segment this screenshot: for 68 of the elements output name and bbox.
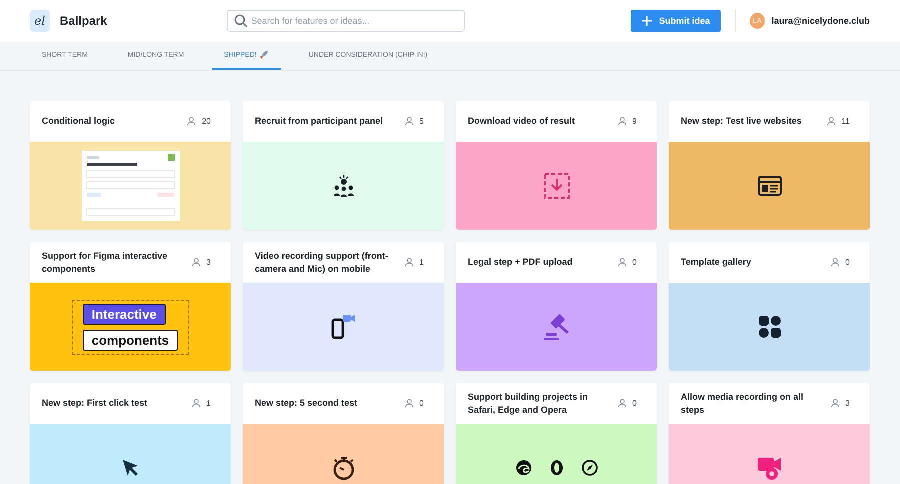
cursor-icon [120,458,140,478]
person-icon [192,399,201,408]
idea-card[interactable]: Template gallery 0 [669,242,870,371]
compass-icon [582,460,598,476]
phone-camera-icon [330,314,356,340]
components-label: components [82,330,178,350]
vote-count: 20 [202,117,211,126]
stopwatch-icon [332,455,356,481]
vote-count: 9 [632,117,637,126]
idea-card[interactable]: New step: Test live websites 11 [669,101,870,230]
person-icon [830,258,840,267]
person-icon [404,258,414,267]
person-icon [618,399,627,408]
interactive-label: Interactive [82,304,166,324]
idea-card[interactable]: Recruit from participant panel 5 [243,101,444,230]
vote-count: 0 [420,399,424,408]
vote-count: 5 [420,117,424,126]
idea-title: Template gallery [681,256,752,269]
idea-card[interactable]: Support for Figma interactive components 3 Interactive components [30,242,231,371]
idea-title: New step: First click test [42,397,148,410]
plus-icon [642,16,652,26]
grid-icon [758,316,780,338]
idea-card[interactable]: Support building projects in Safari, Edge and Opera 0 [456,383,657,484]
opera-icon [550,460,564,476]
person-icon [618,258,627,267]
vote-count: 0 [632,399,637,408]
person-icon [192,258,201,267]
vote-count: 3 [846,399,850,408]
vote-count: 1 [420,258,424,267]
people-icon [332,174,356,198]
idea-card[interactable]: Allow media recording on all steps 3 [669,383,870,484]
idea-title: New step: 5 second test [255,397,358,410]
idea-card[interactable]: Download video of result 9 [456,101,657,230]
idea-card[interactable]: Legal step + PDF upload 0 [456,242,657,371]
rocket-icon [258,50,269,60]
person-icon [404,117,414,126]
download-icon [544,173,570,199]
idea-title: Support building projects in Safari, Edge and Opera [468,390,589,416]
person-icon [826,117,836,126]
user-email[interactable]: laura@nicelydone.club [772,16,870,26]
vote-count: 0 [846,258,850,267]
idea-card[interactable]: New step: 5 second test 0 [243,383,444,484]
app-logo[interactable]: el [30,10,50,32]
idea-title: New step: Test live websites [681,115,802,128]
browser-window-icon [758,176,782,196]
video-camera-icon [756,455,782,481]
idea-title: Download video of result [468,115,576,128]
idea-title: Conditional logic [42,115,115,128]
idea-card[interactable]: New step: First click test 1 [30,383,231,484]
search-field[interactable]: Search for features or ideas... [227,10,466,32]
person-icon [830,399,840,408]
vote-count: 1 [206,399,211,408]
idea-title: Video recording support (front-camera and Mic) on mobile [255,250,390,276]
person-icon [187,117,196,126]
idea-card[interactable]: Conditional logic 20 [30,101,231,230]
person-icon [404,399,414,408]
idea-title: Recruit from participant panel [255,115,384,128]
vote-count: 11 [842,117,850,126]
vote-count: 0 [632,258,637,267]
gavel-icon [542,312,572,342]
idea-title: Support for Figma interactive components [42,250,169,276]
app-title: Ballpark [60,14,108,28]
idea-title: Allow media recording on all steps [681,390,805,416]
person-icon [618,117,627,126]
vote-count: 3 [206,258,211,267]
edge-icon [516,460,532,476]
idea-title: Legal step + PDF upload [468,256,573,269]
idea-card[interactable]: Video recording support (front-camera and Mic) on mobile 1 [243,242,444,371]
